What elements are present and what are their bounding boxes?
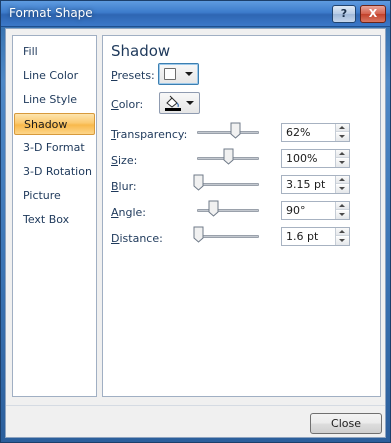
presets-label-text: resets: — [117, 69, 155, 82]
transparency-slider-track[interactable] — [197, 131, 259, 134]
color-accel: C — [111, 98, 119, 111]
presets-label: Presets: — [111, 69, 155, 82]
distance-label: Distance: — [111, 232, 163, 245]
angle-label: Angle: — [111, 206, 146, 219]
distance-spin-buttons — [335, 228, 349, 245]
distance-label-text: istance: — [119, 232, 163, 245]
preset-swatch-icon — [164, 68, 176, 80]
angle-decrease-button[interactable] — [336, 211, 349, 219]
color-dropdown[interactable] — [159, 92, 200, 114]
angle-spin-buttons — [335, 202, 349, 219]
dialog-client-area: Fill Line Color Line Style Shadow 3-D Fo… — [5, 28, 386, 438]
chevron-up-icon — [339, 178, 345, 181]
title-bar[interactable]: Format Shape ? X — [1, 1, 390, 27]
nav-item-shadow[interactable]: Shadow — [14, 113, 95, 135]
format-shape-dialog: Format Shape ? X Fill Line Color Line St… — [0, 0, 391, 443]
nav-item-3d-rotation[interactable]: 3-D Rotation — [14, 161, 95, 183]
chevron-up-icon — [339, 230, 345, 233]
chevron-down-icon — [339, 187, 345, 190]
angle-increase-button[interactable] — [336, 202, 349, 210]
blur-label-text: lur: — [118, 180, 137, 193]
size-label: Size: — [111, 154, 137, 167]
transparency-slider-thumb[interactable] — [230, 122, 241, 139]
size-label-text: ize: — [117, 154, 138, 167]
footer-divider — [6, 405, 385, 406]
transparency-decrease-button[interactable] — [336, 133, 349, 141]
blur-accel: B — [111, 180, 119, 193]
close-button[interactable]: Close — [310, 413, 382, 434]
chevron-down-icon — [186, 101, 194, 105]
angle-value[interactable]: 90° — [286, 204, 306, 217]
nav-item-line-style[interactable]: Line Style — [14, 89, 95, 111]
color-label-text: olor: — [118, 98, 144, 111]
distance-slider-track[interactable] — [197, 235, 259, 238]
size-spin-buttons — [335, 150, 349, 167]
blur-increase-button[interactable] — [336, 176, 349, 184]
transparency-value[interactable]: 62% — [286, 126, 310, 139]
nav-item-3d-format[interactable]: 3-D Format — [14, 137, 95, 159]
size-increase-button[interactable] — [336, 150, 349, 158]
angle-label-text: ngle: — [118, 206, 147, 219]
blur-slider-track[interactable] — [197, 183, 259, 186]
size-accel: S — [111, 154, 118, 167]
blur-label: Blur: — [111, 180, 137, 193]
size-decrease-button[interactable] — [336, 159, 349, 167]
nav-item-fill[interactable]: Fill — [14, 41, 95, 63]
chevron-up-icon — [339, 126, 345, 129]
chevron-up-icon — [339, 152, 345, 155]
distance-decrease-button[interactable] — [336, 237, 349, 245]
color-label: Color: — [111, 98, 143, 111]
distance-value[interactable]: 1.6 pt — [286, 230, 318, 243]
angle-accel: A — [111, 206, 119, 219]
transparency-label-text: ransparency: — [116, 128, 188, 141]
presets-dropdown[interactable] — [158, 63, 199, 85]
chevron-down-icon — [185, 72, 193, 76]
distance-spinner[interactable]: 1.6 pt — [281, 227, 350, 246]
nav-item-picture[interactable]: Picture — [14, 185, 95, 207]
nav-item-line-color[interactable]: Line Color — [14, 65, 95, 87]
window-title: Format Shape — [9, 6, 93, 20]
transparency-increase-button[interactable] — [336, 124, 349, 132]
angle-slider-track[interactable] — [197, 209, 259, 212]
transparency-spinner[interactable]: 62% — [281, 123, 350, 142]
transparency-spin-buttons — [335, 124, 349, 141]
blur-value[interactable]: 3.15 pt — [286, 178, 325, 191]
blur-slider-thumb[interactable] — [193, 174, 204, 191]
size-spinner[interactable]: 100% — [281, 149, 350, 168]
chevron-down-icon — [339, 135, 345, 138]
blur-spinner[interactable]: 3.15 pt — [281, 175, 350, 194]
chevron-down-icon — [339, 161, 345, 164]
size-value[interactable]: 100% — [286, 152, 317, 165]
distance-slider-thumb[interactable] — [193, 226, 204, 243]
angle-slider-thumb[interactable] — [208, 200, 219, 217]
nav-item-text-box[interactable]: Text Box — [14, 209, 95, 231]
distance-increase-button[interactable] — [336, 228, 349, 236]
shadow-panel: Shadow Presets: Color: Transparency: 62%… — [102, 35, 381, 397]
category-nav: Fill Line Color Line Style Shadow 3-D Fo… — [12, 35, 97, 397]
paint-bucket-icon — [165, 95, 181, 111]
chevron-down-icon — [339, 213, 345, 216]
section-title: Shadow — [111, 42, 171, 60]
window-close-button[interactable]: X — [360, 5, 386, 23]
help-button[interactable]: ? — [332, 5, 356, 23]
chevron-down-icon — [339, 239, 345, 242]
angle-spinner[interactable]: 90° — [281, 201, 350, 220]
transparency-label: Transparency: — [111, 128, 187, 141]
size-slider-thumb[interactable] — [223, 148, 234, 165]
blur-decrease-button[interactable] — [336, 185, 349, 193]
chevron-up-icon — [339, 204, 345, 207]
blur-spin-buttons — [335, 176, 349, 193]
